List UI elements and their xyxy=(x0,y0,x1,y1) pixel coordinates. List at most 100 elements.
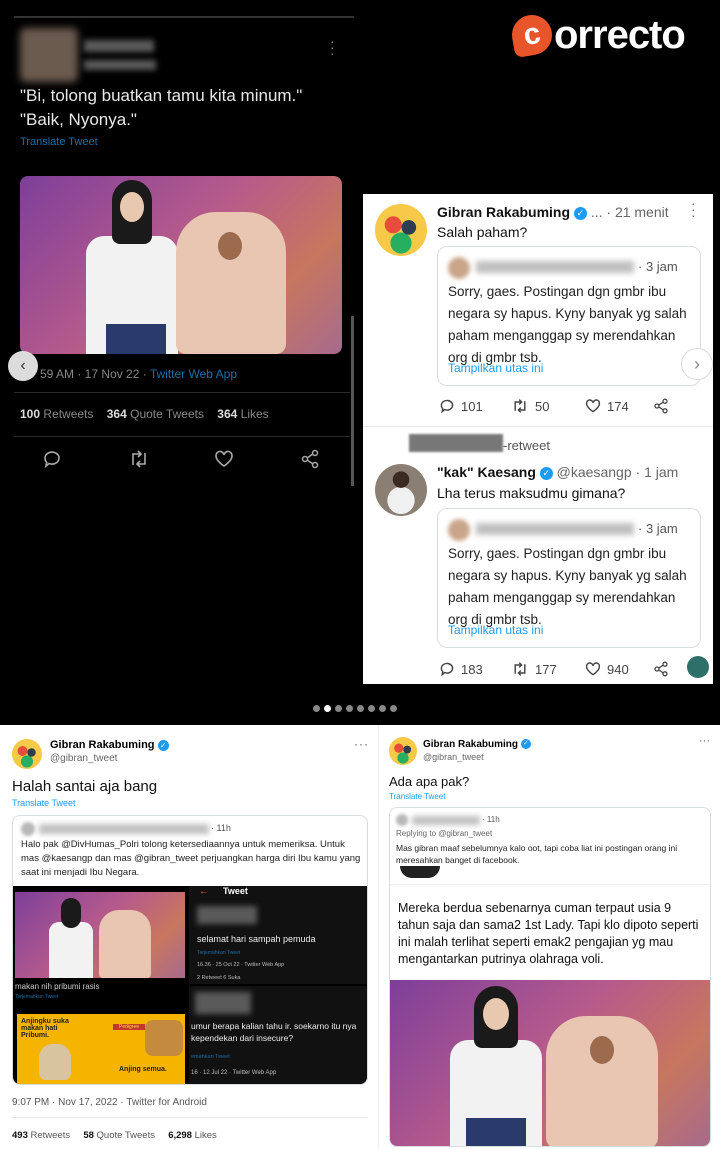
quote1-time: · 3 jam xyxy=(638,259,678,274)
quote2-time: · 3 jam xyxy=(638,521,678,536)
like-icon[interactable]: 940 xyxy=(585,661,653,677)
retweet-icon[interactable]: 177 xyxy=(511,661,585,677)
logo-text: orrecto xyxy=(554,12,686,57)
small-avatar[interactable] xyxy=(687,656,709,678)
grid-tweet-3: umur berapa kalian tahu ir. soekarno itu… xyxy=(189,986,367,1084)
reply-icon[interactable] xyxy=(42,449,62,469)
rq-replying: Replying to @gibran_tweet xyxy=(396,829,493,838)
grid-dog-ad: Anjingku suka makan hati Pribumi. Pedigr… xyxy=(17,1014,185,1084)
avatar-gibran[interactable] xyxy=(389,737,417,765)
carousel-prev-button[interactable]: ‹ xyxy=(8,351,38,381)
back-arrow-icon: ← xyxy=(199,886,209,897)
rq-text: Mas gibran maaf sebelumnya kalo oot, tap… xyxy=(396,843,678,865)
post2-header: "kak" Kaesang ✓ @kaesangp · 1 jam xyxy=(437,464,679,480)
share-icon[interactable] xyxy=(300,449,320,469)
post2-name[interactable]: "kak" Kaesang xyxy=(437,464,536,480)
left-handle[interactable]: @gibran_tweet xyxy=(50,753,117,764)
verified-icon: ✓ xyxy=(539,466,553,480)
verified-icon: ✓ xyxy=(573,206,587,220)
grid-brand: Pedigree xyxy=(113,1024,145,1030)
like-icon[interactable] xyxy=(214,449,234,469)
translate-link[interactable]: Translate Tweet xyxy=(20,136,98,148)
grid-blur-3 xyxy=(195,992,251,1014)
lq-grid[interactable]: ← Tweet selamat hari sampah pemuda Terje… xyxy=(13,886,367,1084)
rq-avatar-blurred xyxy=(396,814,408,826)
right-tweet: Gibran Rakabuming ✓ @gibran_tweet ··· Ad… xyxy=(378,725,720,1149)
quote-box-2[interactable]: · 3 jam Sorry, gaes. Postingan dgn gmbr … xyxy=(437,508,701,648)
actions-2: 183 177 940 xyxy=(439,661,669,677)
next-arrow-button[interactable]: › xyxy=(681,348,713,380)
scrollbar[interactable] xyxy=(351,316,354,486)
left-quote-box[interactable]: · 11h Halo pak @DivHumas_Polri tolong ke… xyxy=(12,815,368,1085)
retweet-icon[interactable]: 50 xyxy=(511,398,585,414)
left-more-icon[interactable]: ··· xyxy=(354,737,369,751)
fb-avatar-partial xyxy=(400,866,440,878)
post2-handle[interactable]: @kaesangp xyxy=(557,464,632,480)
rq-name-blurred xyxy=(412,816,480,825)
left-text: Halah santai aja bang xyxy=(12,778,158,795)
avatar-gibran[interactable] xyxy=(12,739,42,769)
more-icon[interactable]: · · · xyxy=(330,34,335,60)
like-icon[interactable]: 174 xyxy=(585,398,653,414)
carousel-dot[interactable] xyxy=(324,705,331,712)
quote2-link[interactable]: Tampilkan utas ini xyxy=(448,623,543,637)
source-link[interactable]: Twitter Web App xyxy=(150,367,237,381)
left-stats: 493 Retweets 58 Quote Tweets 6,298 Likes xyxy=(12,1130,217,1141)
retweet-icon[interactable] xyxy=(128,449,150,469)
carousel-dot[interactable] xyxy=(346,705,353,712)
right-quote-box[interactable]: · 11h Replying to @gibran_tweet Mas gibr… xyxy=(389,807,711,1147)
person-right-face xyxy=(218,232,242,260)
right-name[interactable]: Gibran Rakabuming xyxy=(423,739,518,750)
reply-icon[interactable]: 183 xyxy=(439,661,511,677)
fb-screenshot[interactable]: Mereka berdua sebenarnya cuman terpaut u… xyxy=(390,866,710,1146)
right-translate[interactable]: Translate Tweet xyxy=(389,792,445,801)
quote1-avatar-blurred xyxy=(448,257,470,279)
actions-1: 101 50 174 xyxy=(439,398,669,414)
right-name-row: Gibran Rakabuming ✓ xyxy=(423,739,531,750)
post1-text: Salah paham? xyxy=(437,224,528,240)
reply-icon[interactable]: 101 xyxy=(439,398,511,414)
lq-avatar-blurred xyxy=(21,822,35,836)
logo-mark-icon: c xyxy=(508,11,556,59)
right-handle[interactable]: @gibran_tweet xyxy=(423,752,484,762)
avatar-blurred[interactable] xyxy=(20,28,78,82)
lq-text: Halo pak @DivHumas_Polri tolong ketersed… xyxy=(21,839,361,878)
quote1-link[interactable]: Tampilkan utas ini xyxy=(448,361,543,375)
carousel-dot[interactable] xyxy=(357,705,364,712)
right-text: Ada apa pak? xyxy=(389,774,470,789)
carousel-dot[interactable] xyxy=(390,705,397,712)
carousel-dots xyxy=(313,705,397,712)
right-more-icon[interactable]: ··· xyxy=(699,735,710,747)
fb-divider xyxy=(390,884,710,885)
thread-card: Gibran Rakabuming ✓ ... · 21 menit · · · S… xyxy=(363,194,713,684)
grid-t3-meta: 16 · 12 Jul 22 · Twitter Web App xyxy=(191,1070,277,1076)
tweet-photo[interactable] xyxy=(20,176,342,354)
grid-t1-sub: Terjemahkan Tweet xyxy=(197,950,241,956)
carousel-dot[interactable] xyxy=(379,705,386,712)
lq-time: · 11h xyxy=(211,823,231,833)
post1-name[interactable]: Gibran Rakabuming xyxy=(437,204,570,220)
quote1-name-blurred xyxy=(476,261,634,273)
fb-photo xyxy=(390,980,710,1146)
share-icon[interactable] xyxy=(653,398,669,414)
avatar-gibran[interactable] xyxy=(375,204,427,256)
carousel-dot[interactable] xyxy=(368,705,375,712)
retweeter-blurred xyxy=(409,434,503,452)
quote-box-1[interactable]: · 3 jam Sorry, gaes. Postingan dgn gmbr … xyxy=(437,246,701,386)
grid-photo xyxy=(15,892,185,978)
post1-more-icon[interactable]: · · · xyxy=(691,196,696,222)
tweet-line-2: "Baik, Nyonya." xyxy=(20,110,137,129)
thread-divider xyxy=(363,426,713,427)
quote2-name-blurred xyxy=(476,523,634,535)
left-name[interactable]: Gibran Rakabuming xyxy=(50,739,155,751)
avatar-kaesang[interactable] xyxy=(375,464,427,516)
share-icon[interactable] xyxy=(653,661,669,677)
grid-tweet-header: Tweet xyxy=(223,886,248,896)
carousel-dot[interactable] xyxy=(313,705,320,712)
fb-text: Mereka berdua sebenarnya cuman terpaut u… xyxy=(398,901,699,966)
left-translate[interactable]: Translate Tweet xyxy=(12,798,76,808)
post2-time: 1 jam xyxy=(644,464,679,480)
carousel-dot[interactable] xyxy=(335,705,342,712)
retweet-label: -retweet xyxy=(503,438,550,453)
divider-1 xyxy=(14,392,350,393)
